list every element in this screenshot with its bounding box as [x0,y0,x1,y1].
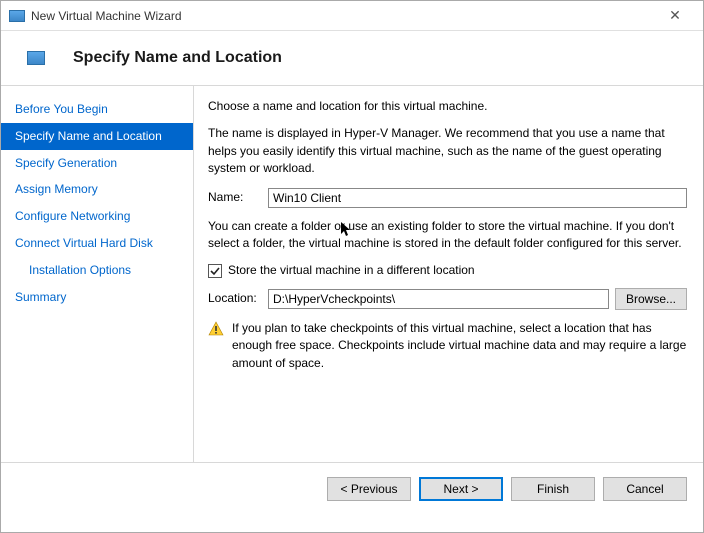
intro-text: Choose a name and location for this virt… [208,98,687,115]
step-specify-generation[interactable]: Specify Generation [1,150,193,177]
store-different-location-label: Store the virtual machine in a different… [228,262,475,279]
store-different-location-row: Store the virtual machine in a different… [208,262,687,279]
step-before-you-begin[interactable]: Before You Begin [1,96,193,123]
location-label: Location: [208,290,262,307]
app-icon [9,10,25,22]
wizard-body: Before You Begin Specify Name and Locati… [1,86,703,462]
finish-button[interactable]: Finish [511,477,595,501]
name-input[interactable] [268,188,687,208]
checkmark-icon [210,266,220,276]
wizard-content: Choose a name and location for this virt… [194,86,703,462]
next-button[interactable]: Next > [419,477,503,501]
warning-icon [208,321,224,337]
name-row: Name: [208,188,687,208]
cancel-button[interactable]: Cancel [603,477,687,501]
step-summary[interactable]: Summary [1,284,193,311]
warning-text: If you plan to take checkpoints of this … [232,320,687,372]
step-installation-options[interactable]: Installation Options [1,257,193,284]
location-input[interactable] [268,289,609,309]
vm-icon [27,51,45,65]
page-title: Specify Name and Location [73,49,282,67]
wizard-header: Specify Name and Location [1,31,703,85]
wizard-footer: < Previous Next > Finish Cancel [1,462,703,515]
step-assign-memory[interactable]: Assign Memory [1,176,193,203]
step-configure-networking[interactable]: Configure Networking [1,203,193,230]
wizard-steps-sidebar: Before You Begin Specify Name and Locati… [1,86,193,462]
location-row: Location: Browse... [208,288,687,310]
browse-button[interactable]: Browse... [615,288,687,310]
name-help-text: The name is displayed in Hyper-V Manager… [208,125,687,177]
titlebar: New Virtual Machine Wizard ✕ [1,1,703,31]
store-different-location-checkbox[interactable] [208,264,222,278]
close-button[interactable]: ✕ [655,7,695,24]
step-connect-vhd[interactable]: Connect Virtual Hard Disk [1,230,193,257]
previous-button[interactable]: < Previous [327,477,411,501]
warning-row: If you plan to take checkpoints of this … [208,320,687,372]
step-specify-name-location[interactable]: Specify Name and Location [1,123,193,150]
window-title: New Virtual Machine Wizard [31,9,655,23]
folder-help-text: You can create a folder or use an existi… [208,218,687,253]
name-label: Name: [208,189,268,206]
